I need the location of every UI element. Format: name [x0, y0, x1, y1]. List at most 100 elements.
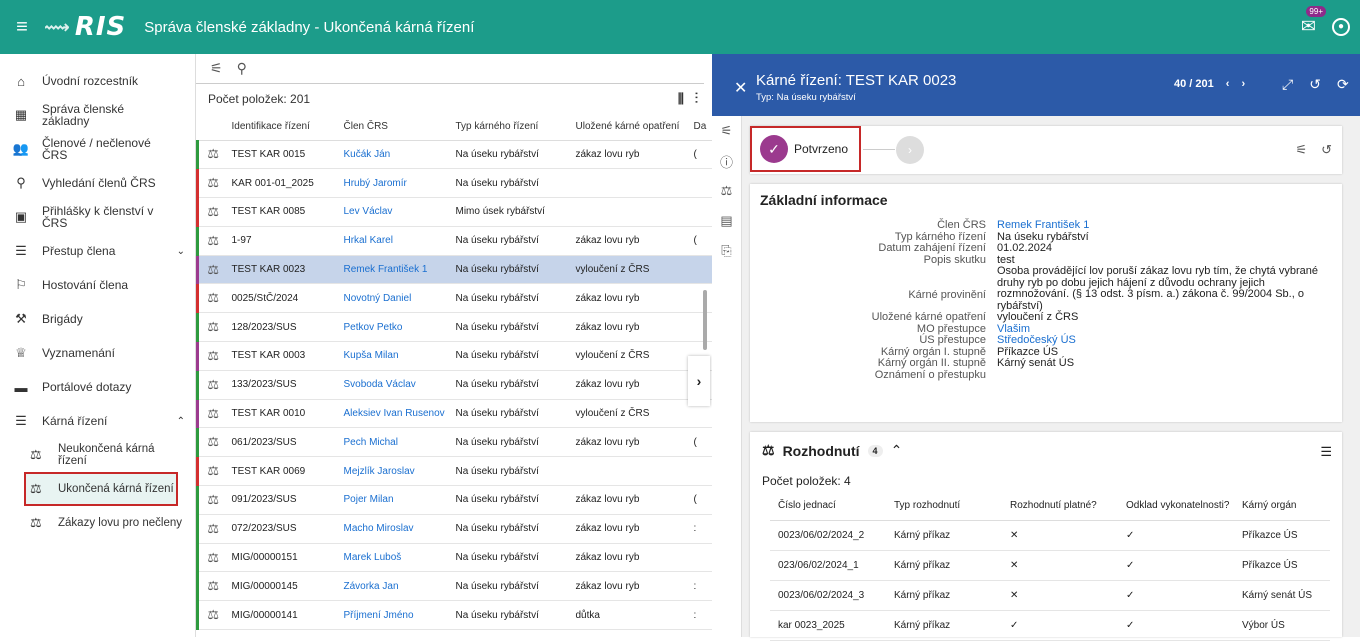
step-confirmed[interactable]: ✓ Potvrzeno	[750, 126, 861, 172]
columns-icon[interactable]: ⫼	[678, 91, 684, 106]
col-id[interactable]: Identifikace řízení	[227, 114, 340, 141]
workflow-icon[interactable]: ⚟	[1295, 142, 1307, 158]
col-valid[interactable]: Rozhodnutí platné?	[1002, 492, 1118, 521]
history-icon[interactable]: ↺	[1321, 142, 1332, 158]
cell-member-link[interactable]: Petkov Petko	[339, 312, 452, 343]
cell-member-link[interactable]: Macho Miroslav	[339, 514, 452, 544]
table-row[interactable]: kar 0023_2025 Kárný příkaz ✓ ✓ Výbor ÚS	[770, 610, 1330, 641]
cell-member-link[interactable]: Marek Luboš	[339, 543, 452, 573]
cell-member-link[interactable]: Pech Michal	[339, 427, 452, 458]
sidebar-sub-finished[interactable]: ⚖ Ukončená kárná řízení	[24, 472, 178, 506]
table-row[interactable]: ⚖ 133/2023/SUS Svoboda Václav Na úseku rybá…	[196, 370, 714, 400]
cell-member-link[interactable]: Závorka Jan	[339, 571, 452, 602]
filter-icon[interactable]: ⚟	[210, 60, 223, 77]
cell-member-link[interactable]: Pojer Milan	[339, 485, 452, 515]
workflow-icon[interactable]: ⚟	[712, 116, 741, 146]
item-count: Počet položek: 201	[208, 92, 311, 106]
table-row[interactable]: 023/06/02/2024_1 Kárný příkaz ✕ ✓ Příkazce Ú…	[770, 550, 1330, 581]
user-avatar-icon[interactable]: ●	[1332, 17, 1350, 36]
next-icon[interactable]: ›	[1241, 78, 1245, 90]
table-row[interactable]: ⚖ 0025/StČ/2024 Novotný Daniel Na úseku ryb…	[196, 283, 714, 314]
attachment-icon[interactable]: ⎘	[712, 236, 741, 266]
mail-icon[interactable]: ✉ 99+	[1301, 6, 1326, 37]
sidebar-item-transfer[interactable]: ☰ Přestup člena ⌄	[0, 234, 195, 268]
table-row[interactable]: ⚖ MIG/00000151 Marek Luboš Na úseku rybářst…	[196, 543, 714, 573]
table-row[interactable]: ⚖ MIG/00000145 Závorka Jan Na úseku rybářst…	[196, 571, 714, 602]
cell-member-link[interactable]: Příjmení Jméno	[339, 600, 452, 631]
cell-member-link[interactable]: Remek František 1	[339, 255, 452, 285]
col-date[interactable]: Da	[689, 114, 714, 141]
menu-icon[interactable]: ≡	[0, 16, 44, 39]
cell-member-link[interactable]: Novotný Daniel	[339, 283, 452, 314]
list-view-icon[interactable]: ☰	[1320, 444, 1332, 460]
sidebar-item-label: Hostování člena	[42, 278, 129, 292]
field-value[interactable]: Remek František 1	[997, 219, 1337, 232]
info-icon[interactable]: ⓘ	[712, 146, 741, 176]
table-row[interactable]: ⚖ TEST KAR 0015 Kučák Ján Na úseku rybářstv…	[196, 140, 714, 170]
sidebar-sub-bans[interactable]: ⚖ Zákazy lovu pro nečleny	[0, 506, 195, 540]
sidebar-item-search[interactable]: ⚲ Vyhledání členů ČRS	[0, 166, 195, 200]
search-icon[interactable]: ⚲	[237, 60, 247, 77]
next-step-icon[interactable]: ›	[896, 136, 924, 164]
table-row[interactable]: ⚖ 1-97 Hrkal Karel Na úseku rybářství zákaz …	[196, 226, 714, 256]
table-row[interactable]: 0023/06/02/2024_3 Kárný příkaz ✕ ✓ Kárný sen…	[770, 580, 1330, 611]
sidebar-item-applications[interactable]: ▣ Přihlášky k členství v ČRS	[0, 200, 195, 234]
fish-logo-icon: ⟿	[44, 16, 71, 38]
decisions-count-label: Počet položek: 4	[762, 474, 851, 488]
cell-member-link[interactable]: Svoboda Václav	[339, 370, 452, 400]
sidebar-item-awards[interactable]: ♕ Vyznamenání	[0, 336, 195, 370]
table-row[interactable]: ⚖ 091/2023/SUS Pojer Milan Na úseku rybářst…	[196, 485, 714, 515]
sidebar-item-members[interactable]: 👥 Členové / nečlenové ČRS	[0, 132, 195, 166]
cell-member-link[interactable]: Aleksiev Ivan Rusenov	[339, 399, 452, 429]
cell-member-link[interactable]: Kučák Ján	[339, 140, 452, 170]
sidebar-item-hosting[interactable]: ⚐ Hostování člena	[0, 268, 195, 302]
cell-member-link[interactable]: Hrkal Karel	[339, 226, 452, 256]
table-row[interactable]: ⚖ TEST KAR 0010 Aleksiev Ivan Rusenov Na ús…	[196, 399, 714, 429]
cell-member-link[interactable]: Hrubý Jaromír	[339, 168, 452, 199]
fullscreen-icon[interactable]: ⤢	[1282, 76, 1293, 93]
cell-measure	[571, 197, 690, 227]
cell-date	[689, 168, 714, 199]
col-member[interactable]: Člen ČRS	[339, 114, 452, 141]
sidebar-item-queries[interactable]: ▬ Portálové dotazy	[0, 370, 195, 404]
prev-icon[interactable]: ‹	[1226, 78, 1230, 90]
table-row[interactable]: 0023/06/02/2024_2 Kárný příkaz ✕ ✓ Příkazce …	[770, 520, 1330, 551]
table-row[interactable]: ⚖ 061/2023/SUS Pech Michal Na úseku rybářst…	[196, 427, 714, 458]
table-row[interactable]: ⚖ 128/2023/SUS Petkov Petko Na úseku rybářs…	[196, 312, 714, 343]
field-value[interactable]: Středočeský ÚS	[997, 334, 1337, 347]
sidebar-item-home[interactable]: ⌂ Úvodní rozcestník	[0, 64, 195, 98]
refresh-icon[interactable]: ⟳	[1337, 76, 1349, 93]
sidebar-item-brigades[interactable]: ⚒ Brigády	[0, 302, 195, 336]
sidebar-item-management[interactable]: ▦ Správa členské základny	[0, 98, 195, 132]
col-decision-type[interactable]: Typ rozhodnutí	[886, 492, 1002, 521]
col-cj[interactable]: Číslo jednací	[770, 492, 886, 521]
col-organ[interactable]: Kárný orgán	[1234, 492, 1330, 521]
search-bar[interactable]: ⚟ ⚲	[196, 54, 704, 84]
sidebar-sub-unfinished[interactable]: ⚖ Neukončená kárná řízení	[0, 438, 195, 472]
scrollbar[interactable]	[703, 290, 707, 350]
history-icon[interactable]: ↺	[1309, 76, 1321, 93]
col-measure[interactable]: Uložené kárné opatření	[571, 114, 690, 141]
table-row[interactable]: ⚖ MIG/00000141 Příjmení Jméno Na úseku rybá…	[196, 600, 714, 631]
gavel-icon[interactable]: ⚖	[712, 176, 741, 206]
close-icon[interactable]: ✕	[734, 78, 747, 98]
chevron-up-icon[interactable]: ⌃	[891, 442, 903, 459]
col-delay[interactable]: Odklad vykonatelnosti?	[1118, 492, 1234, 521]
cell-id: KAR 001-01_2025	[227, 168, 340, 199]
table-row[interactable]: ⚖ TEST KAR 0003 Kupša Milan Na úseku rybářs…	[196, 341, 714, 371]
more-icon[interactable]: ⋮	[695, 91, 698, 106]
ris-logo[interactable]: ⟿ RIS	[44, 12, 126, 42]
cell-type: Na úseku rybářství	[451, 226, 572, 256]
table-row[interactable]: ⚖ KAR 001-01_2025 Hrubý Jaromír Na úseku ry…	[196, 168, 714, 199]
cell-member-link[interactable]: Kupša Milan	[339, 341, 452, 371]
table-row[interactable]: ⚖ TEST KAR 0023 Remek František 1 Na úseku …	[196, 255, 714, 285]
cell-member-link[interactable]: Lev Václav	[339, 197, 452, 227]
sidebar-item-disciplinary[interactable]: ☰ Kárná řízení ⌃	[0, 404, 195, 438]
cell-member-link[interactable]: Mejzlík Jaroslav	[339, 456, 452, 487]
table-row[interactable]: ⚖ 072/2023/SUS Macho Miroslav Na úseku rybá…	[196, 514, 714, 544]
document-icon[interactable]: ▤	[712, 206, 741, 236]
table-row[interactable]: ⚖ TEST KAR 0069 Mejzlík Jaroslav Na úseku r…	[196, 456, 714, 487]
col-type[interactable]: Typ kárného řízení	[451, 114, 572, 141]
table-row[interactable]: ⚖ TEST KAR 0085 Lev Václav Mimo úsek rybářs…	[196, 197, 714, 227]
expand-panel-button[interactable]: ›	[688, 356, 710, 406]
